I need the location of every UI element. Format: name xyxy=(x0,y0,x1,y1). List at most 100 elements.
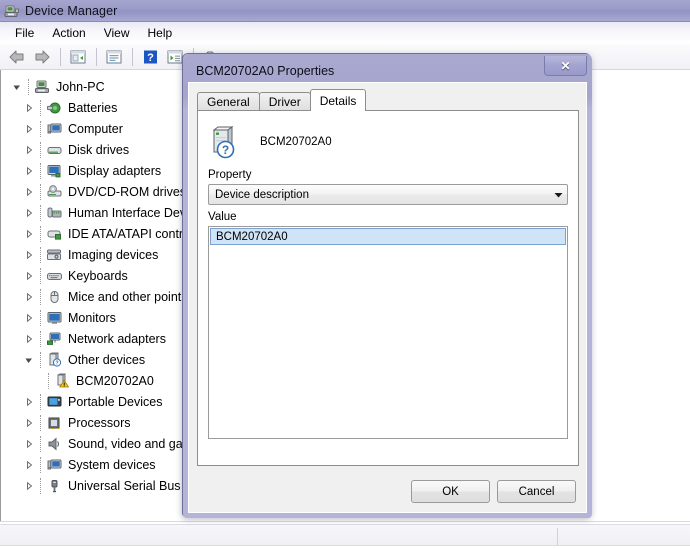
menu-file[interactable]: File xyxy=(6,24,43,42)
tree-connector xyxy=(45,372,54,389)
tree-label-display-adapters: Display adapters xyxy=(68,163,162,178)
chevron-expanded-icon[interactable] xyxy=(23,354,35,366)
property-dropdown[interactable]: Device description xyxy=(208,184,568,205)
chevron-right-icon[interactable] xyxy=(23,123,35,135)
chevron-right-icon[interactable] xyxy=(23,291,35,303)
value-row-selected[interactable]: BCM20702A0 xyxy=(210,228,566,245)
menubar: File Action View Help xyxy=(0,22,690,44)
chevron-expanded-icon[interactable] xyxy=(11,81,23,93)
tree-label-keyboards: Keyboards xyxy=(68,268,128,283)
chevron-right-icon[interactable] xyxy=(23,417,35,429)
tree-connector xyxy=(37,141,46,158)
tree-connector xyxy=(37,183,46,200)
chevron-right-icon[interactable] xyxy=(23,333,35,345)
chevron-down-icon[interactable] xyxy=(549,185,567,204)
tree-connector xyxy=(37,477,46,494)
tree-label-other-devices: Other devices xyxy=(68,352,146,367)
properties-icon[interactable] xyxy=(102,46,126,68)
forward-icon[interactable] xyxy=(30,46,54,68)
chevron-right-icon[interactable] xyxy=(23,249,35,261)
display-adapter-icon xyxy=(46,163,63,179)
statusbar xyxy=(0,521,690,549)
toolbar-separator xyxy=(60,47,61,66)
details-tab-panel: ? BCM20702A0 Property Device description… xyxy=(197,110,579,466)
menu-view[interactable]: View xyxy=(95,24,139,42)
tree-connector xyxy=(37,435,46,452)
chevron-right-icon[interactable] xyxy=(23,144,35,156)
computer-node-icon xyxy=(46,121,63,137)
processor-icon xyxy=(46,415,63,431)
back-icon[interactable] xyxy=(5,46,29,68)
tab-general[interactable]: General xyxy=(197,92,260,111)
toolbar-separator xyxy=(96,47,97,66)
dialog-tabs: General Driver Details xyxy=(197,89,367,111)
chevron-right-icon[interactable] xyxy=(23,165,35,177)
ok-button[interactable]: OK xyxy=(411,480,490,503)
tree-connector xyxy=(37,456,46,473)
statusbar-divider xyxy=(557,528,558,546)
dialog-buttons: OK Cancel xyxy=(411,480,576,503)
toolbar-separator xyxy=(132,47,133,66)
chevron-right-icon[interactable] xyxy=(23,270,35,282)
menu-help[interactable]: Help xyxy=(139,24,182,42)
device-name: BCM20702A0 xyxy=(260,136,332,148)
chevron-right-icon[interactable] xyxy=(23,207,35,219)
chevron-right-icon[interactable] xyxy=(23,459,35,471)
tree-label-monitors: Monitors xyxy=(68,310,116,325)
close-icon[interactable]: ✕ xyxy=(544,56,587,76)
window-title: Device Manager xyxy=(25,3,118,18)
chevron-right-icon[interactable] xyxy=(23,228,35,240)
device-header: ? BCM20702A0 xyxy=(198,111,578,163)
warning-device-icon xyxy=(54,372,71,389)
help-icon[interactable]: ? xyxy=(138,46,162,68)
dialog-frame: BCM20702A0 Properties ✕ General Driver D… xyxy=(183,54,592,518)
keyboard-icon xyxy=(46,268,63,284)
chevron-right-icon[interactable] xyxy=(23,480,35,492)
tree-label-network-adapters: Network adapters xyxy=(68,331,166,346)
window-titlebar: Device Manager xyxy=(0,0,690,22)
menu-action[interactable]: Action xyxy=(43,24,94,42)
tree-connector xyxy=(37,267,46,284)
disk-drive-icon xyxy=(46,142,63,158)
tab-driver[interactable]: Driver xyxy=(258,92,311,111)
tree-connector xyxy=(37,393,46,410)
tree-connector xyxy=(37,351,46,368)
tab-details[interactable]: Details xyxy=(309,89,367,111)
tree-label-disk-drives: Disk drives xyxy=(68,142,130,157)
mouse-icon xyxy=(46,289,63,305)
tree-connector xyxy=(37,330,46,347)
tree-label-batteries: Batteries xyxy=(68,100,118,115)
tree-label-system-devices: System devices xyxy=(68,457,156,472)
show-hidden-devices-icon[interactable] xyxy=(66,46,90,68)
tree-connector xyxy=(25,78,34,95)
tree-label-imaging-devices: Imaging devices xyxy=(68,247,159,262)
sound-device-icon xyxy=(46,436,63,452)
svg-text:?: ? xyxy=(147,52,154,64)
unknown-device-large-icon: ? xyxy=(208,125,242,159)
tree-connector xyxy=(37,309,46,326)
usb-controller-icon xyxy=(46,478,63,494)
unknown-device-icon: ? xyxy=(46,351,63,368)
chevron-right-icon[interactable] xyxy=(23,102,35,114)
ide-controller-icon xyxy=(46,226,63,242)
cancel-button[interactable]: Cancel xyxy=(497,480,576,503)
value-listbox[interactable]: BCM20702A0 xyxy=(208,226,568,439)
chevron-right-icon[interactable] xyxy=(23,438,35,450)
monitor-icon xyxy=(46,310,63,326)
tree-connector xyxy=(37,204,46,221)
imaging-device-icon xyxy=(46,247,63,263)
tree-connector xyxy=(37,288,46,305)
chevron-right-icon[interactable] xyxy=(23,186,35,198)
tree-label-dvd-drives: DVD/CD-ROM drives xyxy=(68,184,187,199)
properties-dialog[interactable]: BCM20702A0 Properties ✕ General Driver D… xyxy=(182,53,592,518)
network-adapter-icon xyxy=(46,331,63,347)
tree-connector xyxy=(37,414,46,431)
tree-label-portable-devices: Portable Devices xyxy=(68,394,163,409)
chevron-right-icon[interactable] xyxy=(23,396,35,408)
portable-device-icon xyxy=(46,394,63,410)
hid-icon xyxy=(46,205,63,221)
tree-label-processors: Processors xyxy=(68,415,131,430)
value-label: Value xyxy=(208,211,237,223)
chevron-right-icon[interactable] xyxy=(23,312,35,324)
svg-text:?: ? xyxy=(222,143,229,157)
